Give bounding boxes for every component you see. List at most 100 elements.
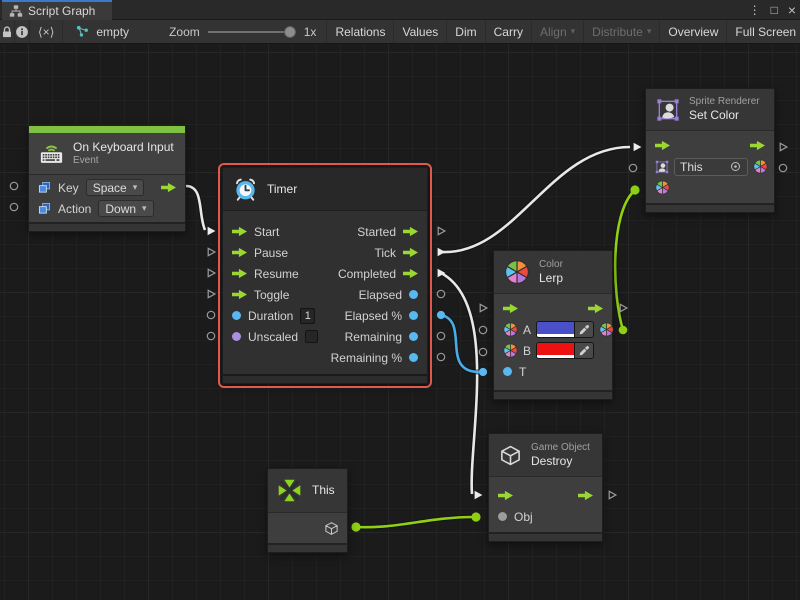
lerp-flow-out-port[interactable] [617, 302, 629, 314]
timer-resume-port[interactable] [205, 267, 217, 279]
setcolor-flow-out-pin[interactable] [750, 141, 765, 151]
carry-button[interactable]: Carry [486, 20, 532, 43]
fullscreen-button[interactable]: Full Screen [727, 20, 800, 43]
tick-pin[interactable] [403, 248, 418, 258]
lerp-result-port[interactable] [617, 324, 629, 336]
overview-button[interactable]: Overview [660, 20, 727, 43]
lerp-flow-in-pin[interactable] [503, 304, 518, 314]
collapse-button[interactable]: ⟨×⟩ [30, 20, 63, 43]
node-color-lerp[interactable]: Color Lerp A B [493, 250, 613, 400]
node-title: Lerp [539, 271, 563, 285]
enum-icon [38, 202, 51, 215]
close-icon[interactable]: × [788, 2, 796, 18]
graph-breadcrumb[interactable]: empty [63, 20, 141, 43]
target-field[interactable]: This [674, 158, 748, 176]
node-set-color[interactable]: Sprite Renderer Set Color This [645, 88, 775, 213]
resume-pin[interactable] [232, 269, 247, 279]
setcolor-result-port[interactable] [777, 162, 789, 174]
remaining-pct-pin[interactable] [409, 353, 418, 362]
timer-completed-port[interactable] [435, 267, 447, 279]
relations-button[interactable]: Relations [327, 20, 394, 43]
tab-script-graph[interactable]: Script Graph [2, 0, 112, 20]
overview-label: Overview [668, 25, 718, 39]
setcolor-flow-out-port[interactable] [777, 141, 789, 153]
b-label: B [523, 344, 531, 358]
timer-toggle-port[interactable] [205, 288, 217, 300]
t-pin[interactable] [503, 367, 512, 376]
zoom-slider[interactable] [208, 26, 296, 38]
started-pin[interactable] [403, 227, 418, 237]
timer-elapsed-port[interactable] [435, 288, 447, 300]
destroy-flow-out-pin[interactable] [578, 491, 593, 501]
destroy-flow-in-pin[interactable] [498, 491, 513, 501]
values-button[interactable]: Values [394, 20, 447, 43]
timer-pause-port[interactable] [205, 246, 217, 258]
info-icon [15, 25, 29, 39]
color-in-pin[interactable] [655, 180, 670, 195]
lock-button[interactable] [0, 20, 15, 43]
lerp-t-port[interactable] [477, 366, 489, 378]
timer-remaining-pct-port[interactable] [435, 351, 447, 363]
destroy-flow-in-port[interactable] [472, 489, 484, 501]
obj-pin[interactable] [498, 512, 507, 521]
pause-label: Pause [254, 246, 288, 260]
color-wheel-icon [503, 343, 518, 358]
zoom-slider-handle[interactable] [284, 26, 296, 38]
key-dropdown[interactable]: Space ▾ [86, 179, 145, 196]
lerp-flow-out-pin[interactable] [588, 304, 603, 314]
window-menu-icon[interactable]: ⋮ [749, 3, 761, 17]
toggle-pin[interactable] [232, 290, 247, 300]
maximize-icon[interactable]: □ [771, 3, 778, 17]
object-picker-icon[interactable] [729, 160, 742, 173]
color-b-swatch[interactable] [537, 343, 574, 358]
eyedropper-button[interactable] [574, 322, 593, 337]
color-a-swatch[interactable] [537, 322, 574, 337]
color-a-field[interactable] [536, 321, 594, 338]
setcolor-flow-in-pin[interactable] [655, 141, 670, 151]
event-accent-bar [29, 126, 185, 133]
lerp-result-pin[interactable] [599, 322, 614, 337]
timer-duration-port[interactable] [205, 309, 217, 321]
timer-tick-port[interactable] [435, 246, 447, 258]
lerp-a-port[interactable] [477, 324, 489, 336]
timer-start-port[interactable] [205, 225, 217, 237]
dim-button[interactable]: Dim [447, 20, 485, 43]
setcolor-target-port[interactable] [627, 162, 639, 174]
timer-remaining-port[interactable] [435, 330, 447, 342]
keyboard-key-port[interactable] [8, 180, 20, 192]
unscaled-pin[interactable] [232, 332, 241, 341]
keyboard-action-port[interactable] [8, 201, 20, 213]
action-dropdown[interactable]: Down ▾ [98, 200, 153, 217]
timer-unscaled-port[interactable] [205, 330, 217, 342]
node-timer[interactable]: Timer Start Started Pause Tick Resume Co… [222, 167, 428, 384]
node-this[interactable]: This [267, 468, 348, 553]
node-on-keyboard-input[interactable]: On Keyboard Input Event Key Space ▾ Acti… [28, 125, 186, 232]
elapsed-pin[interactable] [409, 290, 418, 299]
setcolor-result-pin[interactable] [753, 159, 768, 174]
color-b-field[interactable] [536, 342, 594, 359]
setcolor-flow-in-port[interactable] [631, 141, 643, 153]
lerp-b-port[interactable] [477, 346, 489, 358]
trigger-out-pin[interactable] [161, 183, 176, 193]
game-object-out-pin[interactable] [324, 521, 339, 536]
timer-started-port[interactable] [435, 225, 447, 237]
pause-pin[interactable] [232, 248, 247, 258]
inspect-button[interactable] [15, 20, 30, 43]
eyedropper-button[interactable] [574, 343, 593, 358]
remaining-pin[interactable] [409, 332, 418, 341]
completed-pin[interactable] [403, 269, 418, 279]
duration-input[interactable] [300, 308, 315, 324]
destroy-flow-out-port[interactable] [606, 489, 618, 501]
duration-pin[interactable] [232, 311, 241, 320]
elapsed-pct-pin[interactable] [409, 311, 418, 320]
tab-title: Script Graph [28, 4, 95, 18]
unscaled-checkbox[interactable] [305, 330, 318, 343]
lerp-flow-in-port[interactable] [477, 302, 489, 314]
start-pin[interactable] [232, 227, 247, 237]
timer-elapsed-pct-port[interactable] [435, 309, 447, 321]
remaining-label: Remaining [345, 330, 402, 344]
node-destroy[interactable]: Game Object Destroy Obj [488, 433, 603, 542]
duration-label: Duration [248, 309, 293, 323]
start-label: Start [254, 225, 279, 239]
graph-canvas[interactable]: On Keyboard Input Event Key Space ▾ Acti… [0, 44, 800, 600]
